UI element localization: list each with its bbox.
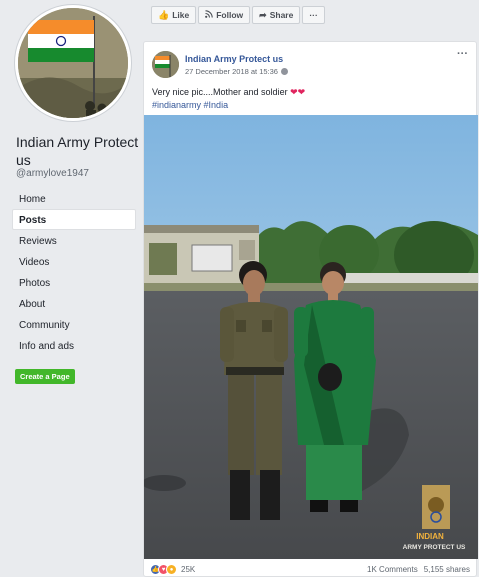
page-actions-bar: 👍 Like Follow ➦ Share ···	[151, 6, 325, 24]
post-date-text[interactable]: 27 December 2018 at 15:36	[185, 67, 278, 76]
nav-item-info-and-ads[interactable]: Info and ads	[12, 335, 136, 356]
like-page-button[interactable]: 👍 Like	[151, 6, 197, 24]
post-engagement-bar: 👍 ♥ ● 25K 1K Comments 5,155 shares	[144, 562, 478, 577]
nav-item-videos[interactable]: Videos	[12, 251, 136, 272]
post-author-name[interactable]: Indian Army Protect us	[185, 54, 283, 64]
share-label: Share	[269, 10, 294, 20]
follow-button[interactable]: Follow	[198, 6, 251, 24]
post-message: Very nice pic....Mother and soldier ❤❤ #…	[152, 86, 305, 112]
nav-item-community[interactable]: Community	[12, 314, 136, 335]
comments-count[interactable]: 1K Comments	[367, 565, 418, 574]
more-actions-button[interactable]: ···	[302, 6, 325, 24]
reactions-summary[interactable]: 👍 ♥ ● 25K	[150, 564, 195, 575]
avatar-flag-image	[152, 51, 179, 78]
page-handle[interactable]: @armylove1947	[16, 168, 89, 179]
post-photo[interactable]: INDIAN ARMY PROTECT US	[144, 115, 478, 559]
hashtag-indianarmy[interactable]: #indianarmy	[152, 100, 201, 110]
nav-item-photos[interactable]: Photos	[12, 272, 136, 293]
post-card: Indian Army Protect us 27 December 2018 …	[143, 41, 478, 577]
watermark-emblem	[422, 485, 450, 529]
share-arrow-icon: ➦	[259, 9, 267, 20]
watermark-line-1: INDIAN	[416, 532, 444, 541]
shares-count[interactable]: 5,155 shares	[424, 565, 470, 574]
hashtag-india[interactable]: #India	[204, 100, 229, 110]
reaction-count[interactable]: 25K	[181, 565, 195, 574]
post-photo-image: INDIAN ARMY PROTECT US	[144, 115, 478, 559]
post-timestamp[interactable]: 27 December 2018 at 15:36	[185, 67, 288, 76]
like-label: Like	[172, 10, 190, 20]
post-options-button[interactable]: ···	[457, 48, 468, 60]
page-title[interactable]: Indian Army Protect us	[16, 133, 141, 169]
rss-icon	[205, 10, 213, 20]
watermark-line-2: ARMY PROTECT US	[403, 544, 466, 551]
post-author-avatar[interactable]	[152, 51, 179, 78]
share-page-button[interactable]: ➦ Share	[252, 6, 301, 24]
globe-icon	[280, 68, 288, 75]
nav-item-about[interactable]: About	[12, 293, 136, 314]
nav-item-home[interactable]: Home	[12, 188, 136, 209]
left-column: Indian Army Protect us @armylove1947 Hom…	[0, 0, 144, 577]
heart-emoji-icon: ❤❤	[290, 87, 306, 97]
wow-reaction-icon: ●	[166, 564, 177, 575]
nav-item-posts[interactable]: Posts	[12, 209, 136, 230]
profile-photo-image	[18, 8, 128, 118]
engagement-counts: 1K Comments 5,155 shares	[367, 565, 470, 574]
profile-picture[interactable]	[15, 5, 131, 121]
thumbs-up-icon: 👍	[158, 9, 170, 20]
create-page-button[interactable]: Create a Page	[15, 369, 75, 384]
page-nav: Home Posts Reviews Videos Photos About C…	[12, 188, 136, 356]
post-message-text: Very nice pic....Mother and soldier	[152, 87, 288, 97]
nav-item-reviews[interactable]: Reviews	[12, 230, 136, 251]
follow-label: Follow	[216, 10, 244, 20]
